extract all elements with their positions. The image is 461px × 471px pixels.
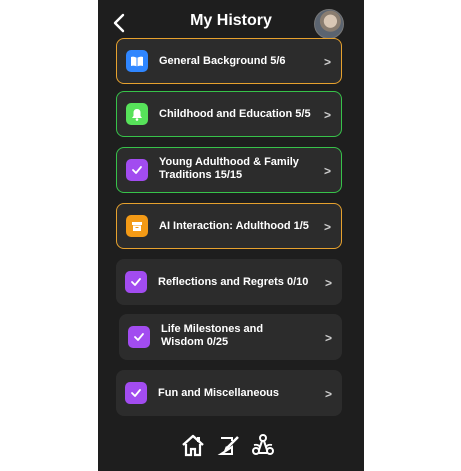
check-icon xyxy=(126,159,148,181)
phone-screen: My History General Background 5/6 > Chil… xyxy=(98,0,364,471)
chevron-right-icon: > xyxy=(324,276,332,290)
chevron-right-icon: > xyxy=(323,55,331,69)
check-icon xyxy=(128,326,150,348)
category-label: Life Milestones and Wisdom 0/25 xyxy=(161,323,264,348)
chevron-right-icon: > xyxy=(323,220,331,234)
chevron-right-icon: > xyxy=(324,331,332,345)
category-general-background[interactable]: General Background 5/6 > xyxy=(116,38,342,84)
category-young-adulthood-family-traditions[interactable]: Young Adulthood & Family Traditions 15/1… xyxy=(116,147,342,193)
home-icon[interactable] xyxy=(180,432,206,458)
bottom-navigation xyxy=(98,432,364,460)
check-icon xyxy=(125,271,147,293)
chevron-right-icon: > xyxy=(324,387,332,401)
edit-document-icon[interactable] xyxy=(216,432,242,458)
category-label: Childhood and Education 5/5 xyxy=(159,108,311,120)
book-icon xyxy=(126,50,148,72)
category-label: Young Adulthood & Family Traditions 15/1… xyxy=(159,156,299,181)
check-icon xyxy=(125,382,147,404)
bell-icon xyxy=(126,103,148,125)
chevron-right-icon: > xyxy=(323,164,331,178)
category-label: General Background 5/6 xyxy=(159,55,286,67)
category-label: AI Interaction: Adulthood 1/5 xyxy=(159,220,309,232)
category-childhood-and-education[interactable]: Childhood and Education 5/5 > xyxy=(116,91,342,137)
avatar[interactable] xyxy=(314,9,344,39)
category-life-milestones-and-wisdom[interactable]: Life Milestones and Wisdom 0/25 > xyxy=(119,314,342,360)
category-fun-and-miscellaneous[interactable]: Fun and Miscellaneous > xyxy=(116,370,342,416)
category-label: Fun and Miscellaneous xyxy=(158,387,280,399)
category-reflections-and-regrets[interactable]: Reflections and Regrets 0/10 > xyxy=(116,259,342,305)
category-label: Reflections and Regrets 0/10 xyxy=(158,276,309,288)
box-icon xyxy=(126,215,148,237)
share-network-icon[interactable] xyxy=(250,432,276,458)
chevron-right-icon: > xyxy=(323,108,331,122)
category-ai-interaction-adulthood[interactable]: AI Interaction: Adulthood 1/5 > xyxy=(116,203,342,249)
